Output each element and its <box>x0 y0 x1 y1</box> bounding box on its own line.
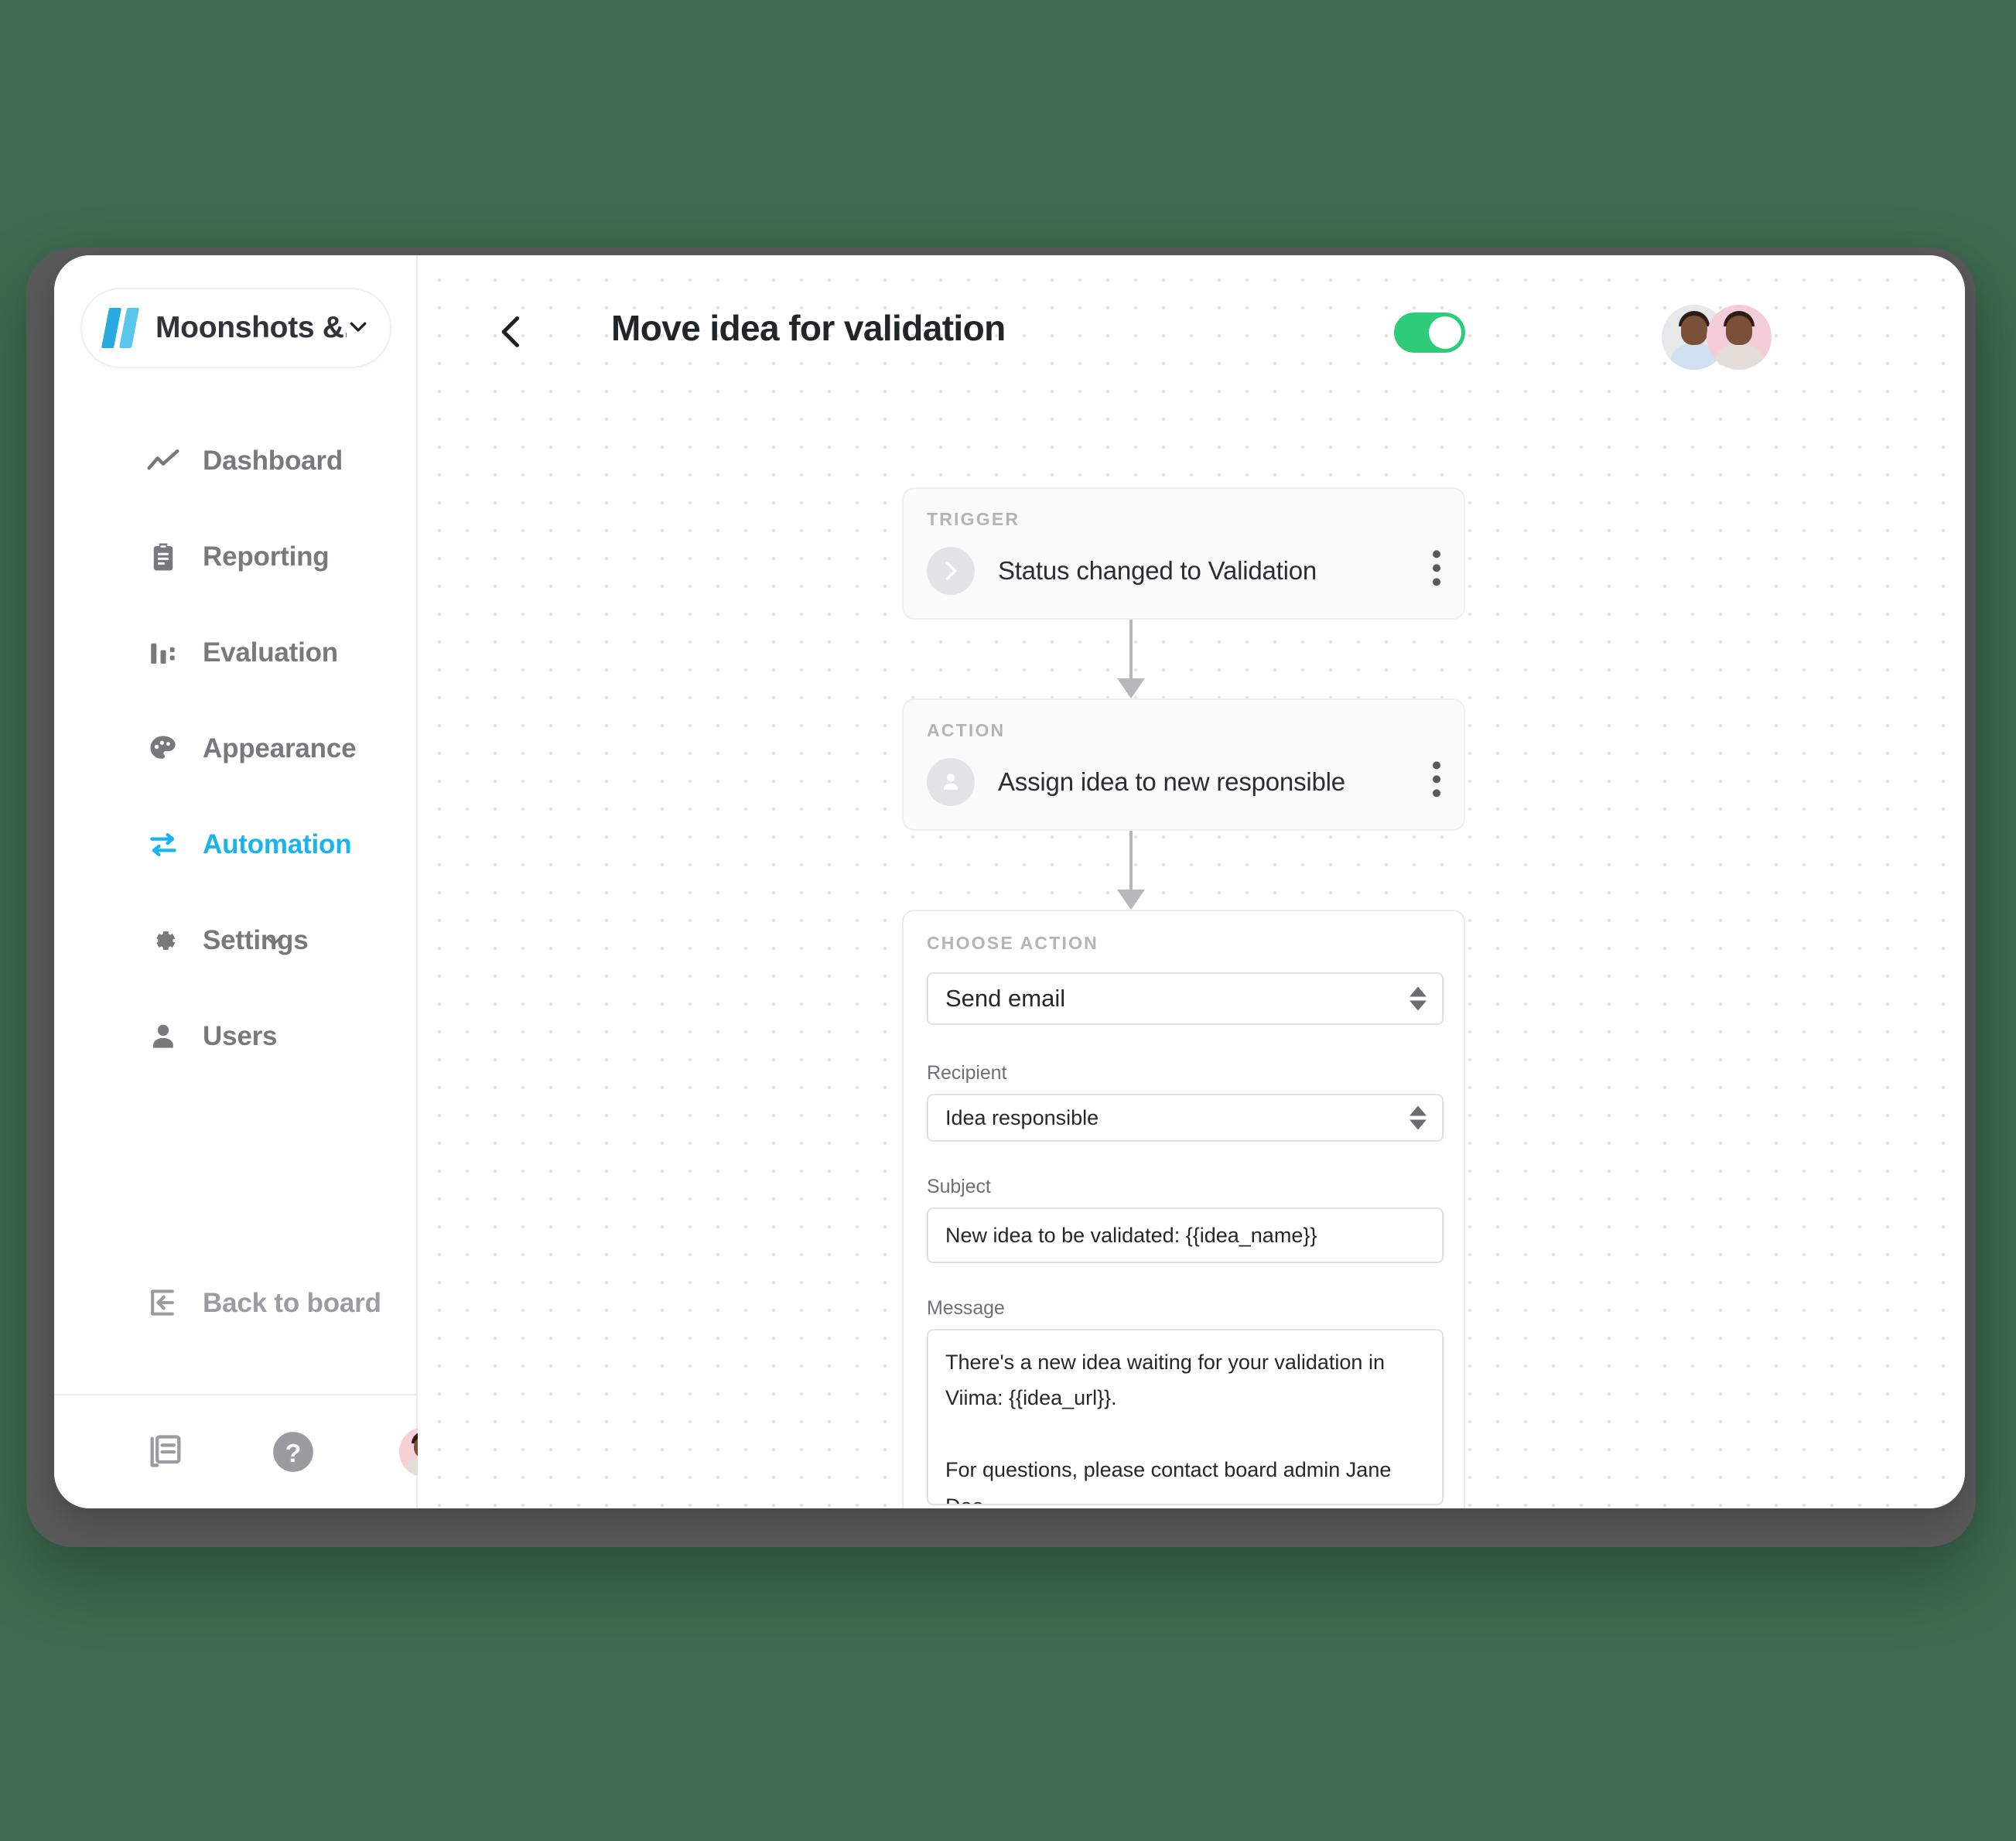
action-type-select[interactable]: Send email <box>927 972 1444 1025</box>
sidebar-item-label: Evaluation <box>203 637 338 668</box>
action-text: Assign idea to new responsible <box>998 767 1345 796</box>
sidebar-item-label: Dashboard <box>203 446 343 476</box>
person-icon <box>145 1019 181 1054</box>
question-mark-icon[interactable]: ? <box>269 1428 317 1476</box>
action-kicker: ACTION <box>927 720 1006 740</box>
sidebar-item-label: Appearance <box>203 733 357 763</box>
stepper-arrows-icon <box>1409 1105 1427 1130</box>
sidebar-item-label: Automation <box>203 829 352 859</box>
recipient-select[interactable]: Idea responsible <box>927 1094 1444 1142</box>
message-textarea[interactable]: There's a new idea waiting for your vali… <box>927 1329 1444 1505</box>
subject-input[interactable] <box>927 1207 1444 1263</box>
sidebar-footer: ? <box>54 1394 449 1508</box>
svg-text:?: ? <box>285 1440 302 1468</box>
connector-trigger-to-action <box>902 620 1465 698</box>
sidebar-item-label: Settings <box>203 925 309 955</box>
connector-action-to-choose <box>902 831 1465 910</box>
trigger-card[interactable]: TRIGGER Status changed to Validation <box>902 487 1465 620</box>
action-card[interactable]: ACTION Assign idea to new responsible <box>902 698 1465 831</box>
page-title: Move idea for validation <box>611 308 1006 348</box>
sidebar-item-evaluation[interactable]: Evaluation <box>54 605 416 701</box>
kebab-menu-icon[interactable] <box>1433 760 1440 797</box>
stepper-arrows-icon <box>1409 986 1427 1011</box>
collaborator-avatars[interactable] <box>1662 305 1778 370</box>
trigger-kicker: TRIGGER <box>927 509 1020 529</box>
chevron-down-icon[interactable] <box>263 930 285 951</box>
sidebar-item-appearance[interactable]: Appearance <box>54 701 416 797</box>
gear-icon <box>145 923 181 958</box>
loop-arrows-icon <box>145 827 181 862</box>
trigger-text: Status changed to Validation <box>998 556 1317 585</box>
subject-label: Subject <box>927 1176 991 1197</box>
viima-logo-icon <box>101 308 140 348</box>
message-label: Message <box>927 1297 1005 1319</box>
board-selector[interactable]: Moonshots &... <box>80 288 391 368</box>
recipient-value: Idea responsible <box>945 1105 1099 1129</box>
automation-header: Move idea for validation VIEW LOG SAVE <box>418 255 1965 410</box>
back-to-board-label: Back to board <box>203 1288 381 1318</box>
kebab-menu-icon[interactable] <box>1433 549 1440 586</box>
recipient-label: Recipient <box>927 1062 1007 1084</box>
action-type-value: Send email <box>945 985 1066 1012</box>
app-window: Moonshots &... Dashboard <box>54 255 1965 1508</box>
person-circle-icon <box>927 758 975 806</box>
board-title: Moonshots &... <box>155 311 347 344</box>
sidebar-item-settings[interactable]: Settings <box>54 893 416 989</box>
choose-action-kicker: CHOOSE ACTION <box>927 933 1099 953</box>
back-to-board-link[interactable]: Back to board <box>54 1261 416 1346</box>
sidebar-item-automation[interactable]: Automation <box>54 797 416 893</box>
chevron-right-circle-icon <box>927 547 975 595</box>
palette-icon <box>145 731 181 767</box>
automation-canvas: Move idea for validation VIEW LOG SAVE T… <box>418 255 1965 1508</box>
automation-flow: TRIGGER Status changed to Validation ACT… <box>902 487 1465 1508</box>
line-chart-icon <box>145 443 181 479</box>
automation-enabled-toggle[interactable] <box>1394 313 1465 353</box>
clipboard-icon <box>145 539 181 575</box>
sidebar: Moonshots &... Dashboard <box>54 255 449 1508</box>
sidebar-nav: Dashboard Reporting Evaluation Appearanc… <box>54 413 416 1084</box>
chevron-left-icon[interactable] <box>492 312 532 352</box>
sidebar-item-users[interactable]: Users <box>54 989 416 1084</box>
exit-left-icon <box>145 1286 181 1321</box>
chevron-down-icon <box>347 315 370 342</box>
avatar <box>1707 305 1772 370</box>
sidebar-item-label: Users <box>203 1021 278 1051</box>
choose-action-panel: CHOOSE ACTION Send email Recipient Idea … <box>902 910 1465 1508</box>
library-icon[interactable] <box>145 1432 186 1472</box>
sidebar-item-label: Reporting <box>203 541 330 572</box>
sidebar-item-dashboard[interactable]: Dashboard <box>54 413 416 509</box>
bar-chart-icon <box>145 635 181 671</box>
sidebar-item-reporting[interactable]: Reporting <box>54 509 416 605</box>
